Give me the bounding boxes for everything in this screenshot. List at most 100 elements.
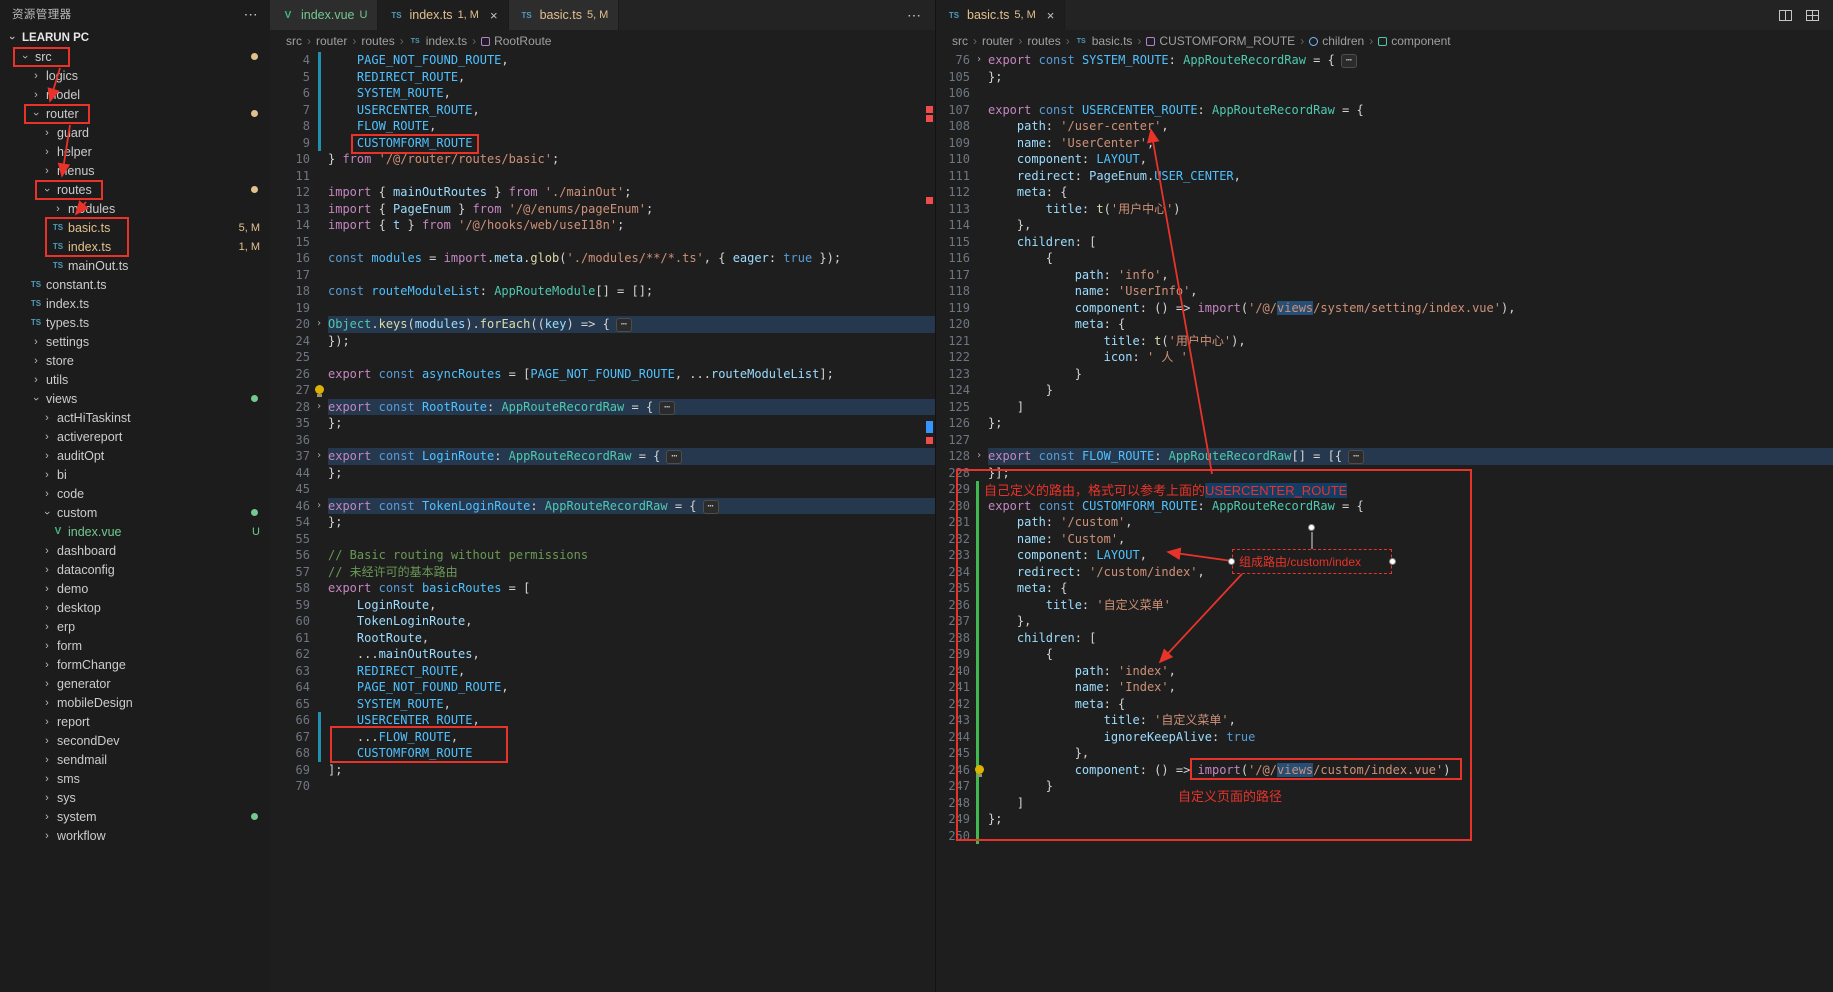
tree-item-report[interactable]: ›report — [0, 712, 270, 731]
tree-item-settings[interactable]: ›settings — [0, 332, 270, 351]
code-line[interactable]: 37›export const LoginRoute: AppRouteReco… — [270, 448, 935, 465]
code-line[interactable]: 44}; — [270, 465, 935, 482]
tree-item-helper[interactable]: ›helper — [0, 142, 270, 161]
folded-code-ellipsis[interactable]: ⋯ — [666, 450, 682, 464]
code-line[interactable]: 238 children: [ — [936, 630, 1833, 647]
breadcrumb-item-routes[interactable]: routes — [1027, 34, 1060, 48]
tree-item-mainOut.ts[interactable]: TSmainOut.ts — [0, 256, 270, 275]
code-line[interactable]: 112 meta: { — [936, 184, 1833, 201]
tree-item-secondDev[interactable]: ›secondDev — [0, 731, 270, 750]
code-line[interactable]: 248 ] — [936, 795, 1833, 812]
code-line[interactable]: 119 component: () => import('/@/views/sy… — [936, 300, 1833, 317]
code-line[interactable]: 4 PAGE_NOT_FOUND_ROUTE, — [270, 52, 935, 69]
code-line[interactable]: 76›export const SYSTEM_ROUTE: AppRouteRe… — [936, 52, 1833, 69]
code-line[interactable]: 46›export const TokenLoginRoute: AppRout… — [270, 498, 935, 515]
tree-item-mobileDesign[interactable]: ›mobileDesign — [0, 693, 270, 712]
code-line[interactable]: 126}; — [936, 415, 1833, 432]
code-line[interactable]: 106 — [936, 85, 1833, 102]
code-line[interactable]: 118 name: 'UserInfo', — [936, 283, 1833, 300]
tab-index.ts[interactable]: TSindex.ts1, M× — [378, 0, 508, 30]
tree-item-formChange[interactable]: ›formChange — [0, 655, 270, 674]
code-line[interactable]: 230export const CUSTOMFORM_ROUTE: AppRou… — [936, 498, 1833, 515]
code-line[interactable]: 231 path: '/custom', — [936, 514, 1833, 531]
tree-item-actHiTaskinst[interactable]: ›actHiTaskinst — [0, 408, 270, 427]
more-actions-icon[interactable]: ⋯ — [907, 7, 921, 24]
code-line[interactable]: 55 — [270, 531, 935, 548]
tab-basic.ts[interactable]: TSbasic.ts5, M — [509, 0, 620, 30]
code-line[interactable]: 11 — [270, 168, 935, 185]
tree-item-sendmail[interactable]: ›sendmail — [0, 750, 270, 769]
breadcrumb-item-component[interactable]: component — [1378, 34, 1450, 48]
code-line[interactable]: 57// 未经许可的基本路由 — [270, 564, 935, 581]
workspace-root[interactable]: › LEARUN PC — [0, 28, 270, 47]
tree-item-model[interactable]: ›model — [0, 85, 270, 104]
code-line[interactable]: 122 icon: ' 人 ' — [936, 349, 1833, 366]
code-line[interactable]: 28›export const RootRoute: AppRouteRecor… — [270, 399, 935, 416]
breadcrumb-item-children[interactable]: children — [1309, 34, 1364, 48]
tree-item-types.ts[interactable]: TStypes.ts — [0, 313, 270, 332]
folded-code-ellipsis[interactable]: ⋯ — [616, 318, 632, 332]
code-line[interactable]: 65 SYSTEM_ROUTE, — [270, 696, 935, 713]
close-icon[interactable]: × — [1047, 8, 1055, 23]
code-line[interactable]: 16const modules = import.meta.glob('./mo… — [270, 250, 935, 267]
lightbulb-icon[interactable] — [975, 765, 984, 774]
code-line[interactable]: 108 path: '/user-center', — [936, 118, 1833, 135]
code-line[interactable]: 235 meta: { — [936, 580, 1833, 597]
code-line[interactable]: 60 TokenLoginRoute, — [270, 613, 935, 630]
code-line[interactable]: 245 }, — [936, 745, 1833, 762]
code-line[interactable]: 244 ignoreKeepAlive: true — [936, 729, 1833, 746]
tree-item-form[interactable]: ›form — [0, 636, 270, 655]
tree-item-workflow[interactable]: ›workflow — [0, 826, 270, 845]
tab-index.vue[interactable]: Vindex.vueU — [270, 0, 378, 30]
code-line[interactable]: 247 } — [936, 778, 1833, 795]
tree-item-custom[interactable]: ›custom — [0, 503, 270, 522]
tree-item-guard[interactable]: ›guard — [0, 123, 270, 142]
code-line[interactable]: 240 path: 'index', — [936, 663, 1833, 680]
code-line[interactable]: 123 } — [936, 366, 1833, 383]
tree-item-sys[interactable]: ›sys — [0, 788, 270, 807]
code-line[interactable]: 236 title: '自定义菜单' — [936, 597, 1833, 614]
tree-item-activereport[interactable]: ›activereport — [0, 427, 270, 446]
code-line[interactable]: 15 — [270, 234, 935, 251]
code-line[interactable]: 66 USERCENTER_ROUTE, — [270, 712, 935, 729]
code-line[interactable]: 59 LoginRoute, — [270, 597, 935, 614]
breadcrumb-item-CUSTOMFORM_ROUTE[interactable]: CUSTOMFORM_ROUTE — [1146, 34, 1295, 48]
code-line[interactable]: 117 path: 'info', — [936, 267, 1833, 284]
code-line[interactable]: 12import { mainOutRoutes } from './mainO… — [270, 184, 935, 201]
tree-item-erp[interactable]: ›erp — [0, 617, 270, 636]
code-line[interactable]: 114 }, — [936, 217, 1833, 234]
code-line[interactable]: 24}); — [270, 333, 935, 350]
code-line[interactable]: 239 { — [936, 646, 1833, 663]
code-line[interactable]: 64 PAGE_NOT_FOUND_ROUTE, — [270, 679, 935, 696]
code-line[interactable]: 121 title: t('用户中心'), — [936, 333, 1833, 350]
code-line[interactable]: 8 FLOW_ROUTE, — [270, 118, 935, 135]
tree-item-index.ts[interactable]: TSindex.ts — [0, 294, 270, 313]
code-line[interactable]: 229 — [936, 481, 1833, 498]
code-line[interactable]: 228}]; — [936, 465, 1833, 482]
folded-code-ellipsis[interactable]: ⋯ — [1341, 54, 1357, 68]
code-line[interactable]: 35}; — [270, 415, 935, 432]
code-line[interactable]: 5 REDIRECT_ROUTE, — [270, 69, 935, 86]
more-actions-icon[interactable]: ⋯ — [244, 6, 258, 23]
folded-code-ellipsis[interactable]: ⋯ — [1348, 450, 1364, 464]
breadcrumb-item-index.ts[interactable]: TSindex.ts — [409, 34, 467, 48]
tree-item-src[interactable]: ›src — [0, 47, 270, 66]
code-line[interactable]: 61 RootRoute, — [270, 630, 935, 647]
tree-item-router[interactable]: ›router — [0, 104, 270, 123]
tree-item-code[interactable]: ›code — [0, 484, 270, 503]
code-line[interactable]: 246 component: () => import('/@/views/cu… — [936, 762, 1833, 779]
code-line[interactable]: 125 ] — [936, 399, 1833, 416]
lightbulb-icon[interactable] — [315, 385, 324, 394]
code-line[interactable]: 36 — [270, 432, 935, 449]
code-line[interactable]: 241 name: 'Index', — [936, 679, 1833, 696]
code-line[interactable]: 6 SYSTEM_ROUTE, — [270, 85, 935, 102]
code-line[interactable]: 69]; — [270, 762, 935, 779]
tree-item-routes[interactable]: ›routes — [0, 180, 270, 199]
code-line[interactable]: 110 component: LAYOUT, — [936, 151, 1833, 168]
code-line[interactable]: 17 — [270, 267, 935, 284]
tree-item-utils[interactable]: ›utils — [0, 370, 270, 389]
code-line[interactable]: 113 title: t('用户中心') — [936, 201, 1833, 218]
tree-item-desktop[interactable]: ›desktop — [0, 598, 270, 617]
code-line[interactable]: 242 meta: { — [936, 696, 1833, 713]
code-line[interactable]: 68 CUSTOMFORM_ROUTE — [270, 745, 935, 762]
